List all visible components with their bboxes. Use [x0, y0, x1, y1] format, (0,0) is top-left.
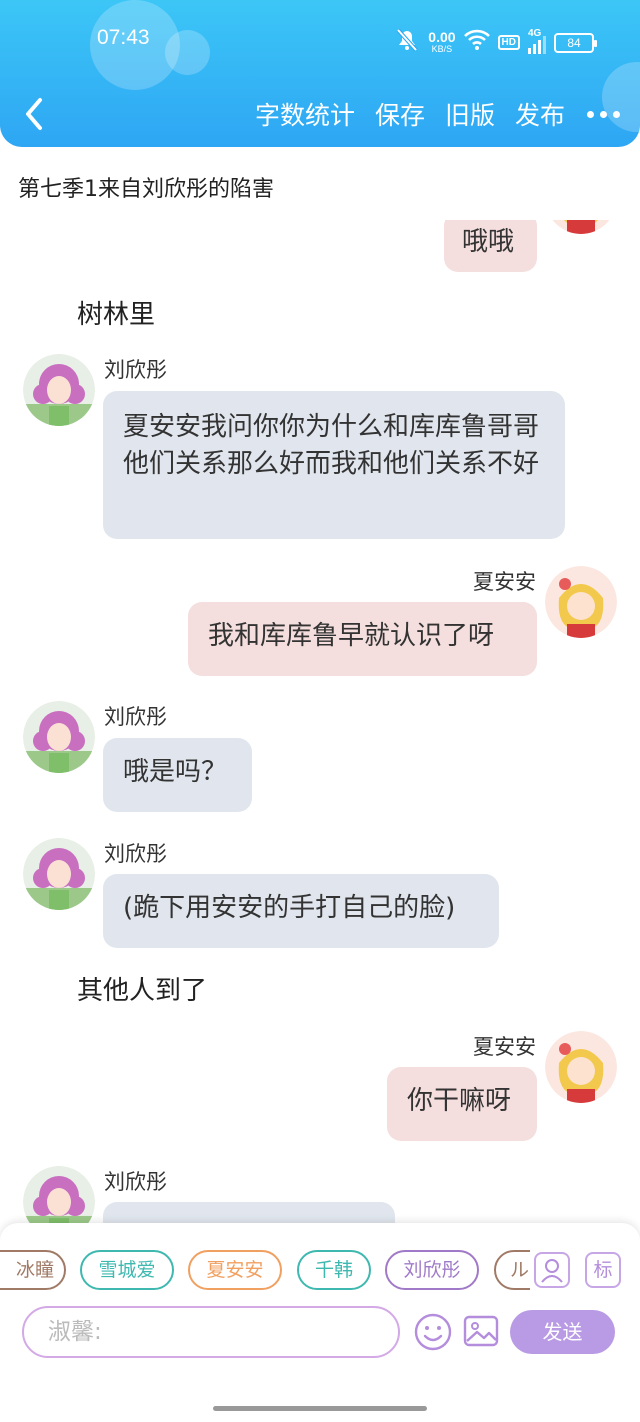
battery-indicator: 84 [554, 32, 597, 53]
message-bubble[interactable]: 我和库库鲁早就认识了呀 [188, 602, 537, 676]
avatar-xia-anan[interactable] [545, 566, 617, 638]
chevron-left-icon [26, 98, 42, 130]
speaker-name: 夏安安 [473, 570, 536, 594]
speaker-name: 刘欣彤 [104, 842, 167, 866]
avatar-xia-anan[interactable] [545, 220, 617, 234]
narration-text[interactable]: 其他人到了 [77, 970, 207, 1007]
net-speed: 0.00 KB/S [428, 28, 456, 54]
character-chip[interactable]: 刘欣彤 [385, 1250, 479, 1290]
message-bubble[interactable]: 哦是吗？ [103, 738, 252, 812]
chapter-title[interactable]: 第七季1来自刘欣彤的陷害 [18, 171, 274, 203]
tag-icon[interactable]: 标 [585, 1252, 621, 1288]
avatar-liu-xintong[interactable] [23, 1166, 95, 1223]
speaker-name: 刘欣彤 [104, 1170, 167, 1194]
toolbar-actions: 字数统计 保存 旧版 发布 [255, 96, 620, 132]
speaker-name: 刘欣彤 [104, 705, 167, 729]
avatar-liu-xintong[interactable] [23, 838, 95, 910]
hd-badge: HD [497, 35, 520, 50]
character-chip[interactable]: ル [494, 1250, 530, 1290]
narration-text[interactable]: 树林里 [77, 294, 155, 331]
message-input[interactable]: 淑馨: [22, 1306, 400, 1358]
old-version-button[interactable]: 旧版 [445, 96, 495, 132]
character-chip[interactable]: 千韩 [297, 1250, 371, 1290]
home-indicator [213, 1406, 427, 1411]
send-button[interactable]: 发送 [510, 1310, 615, 1354]
more-dots-icon[interactable] [585, 99, 620, 129]
status-bar: 07:43 0.00 KB/S HD 4G 84 [0, 22, 640, 62]
composer-panel: 冰瞳 雪城爱 夏安安 千韩 刘欣彤 ル 标 淑馨: 发送 [0, 1223, 640, 1422]
speaker-name: 刘欣彤 [104, 358, 167, 382]
character-chip[interactable]: 冰瞳 [0, 1250, 66, 1290]
message-bubble[interactable]: 夏安安我问你你为什么和库库鲁哥哥他们关系那么好而我和他们关系不好 [103, 391, 565, 539]
signal-icon: 4G [528, 28, 546, 54]
publish-button[interactable]: 发布 [515, 96, 565, 132]
message-bubble[interactable] [103, 1202, 395, 1223]
wifi-icon [463, 29, 490, 56]
avatar-xia-anan[interactable] [545, 1031, 617, 1103]
avatar-liu-xintong[interactable] [23, 354, 95, 426]
message-bubble[interactable]: 哦哦 [444, 220, 537, 272]
image-icon[interactable] [463, 1313, 499, 1349]
avatar-liu-xintong[interactable] [23, 701, 95, 773]
speaker-name: 夏安安 [473, 1035, 536, 1059]
save-button[interactable]: 保存 [375, 96, 425, 132]
character-chip[interactable]: 雪城爱 [80, 1250, 174, 1290]
character-chip[interactable]: 夏安安 [188, 1250, 282, 1290]
character-chips[interactable]: 冰瞳 雪城爱 夏安安 千韩 刘欣彤 ル [0, 1250, 530, 1290]
smiley-icon[interactable] [414, 1313, 452, 1351]
message-bubble[interactable]: (跪下用安安的手打自己的脸) [103, 874, 499, 948]
mute-icon [394, 28, 420, 57]
status-icons: 0.00 KB/S HD 4G 84 [394, 28, 597, 57]
status-time: 07:43 [97, 26, 150, 49]
top-header: 07:43 0.00 KB/S HD 4G 84 字数统计 保存 旧版 发布 [0, 0, 640, 147]
message-bubble[interactable]: 你干嘛呀 [387, 1067, 537, 1141]
back-button[interactable] [18, 94, 54, 134]
chat-area[interactable]: 哦哦 树林里 刘欣彤 夏安安我问你你为什么和库库鲁哥哥他们关系那么好而我和他们关… [0, 220, 640, 1223]
person-card-icon[interactable] [534, 1252, 570, 1288]
word-count-button[interactable]: 字数统计 [255, 96, 355, 132]
